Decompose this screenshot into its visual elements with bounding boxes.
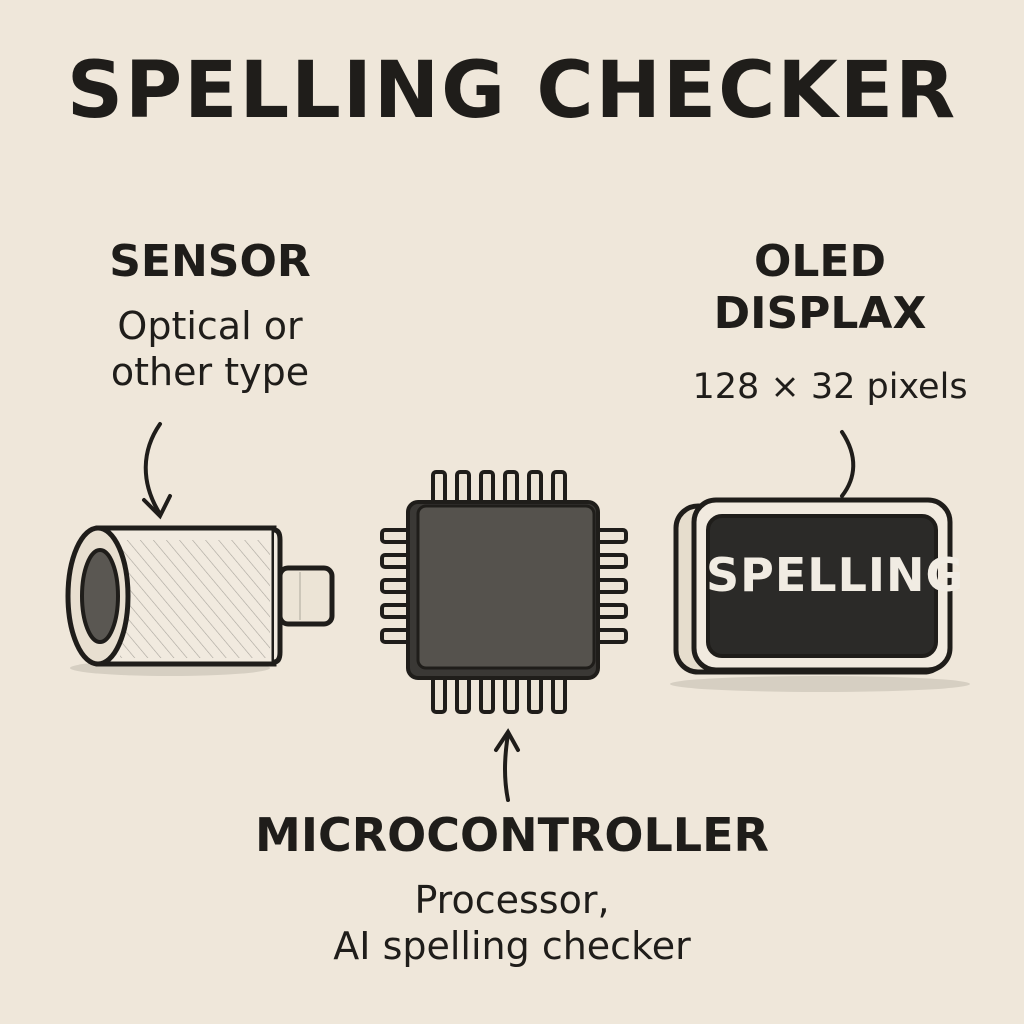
microcontroller-chip-icon bbox=[380, 470, 628, 714]
oled-arrow bbox=[840, 430, 856, 498]
sensor-icon bbox=[65, 525, 335, 676]
oled-screen-text: SPELLING bbox=[706, 548, 965, 602]
diagram-illustration bbox=[65, 422, 970, 802]
microcontroller-arrow bbox=[494, 728, 520, 802]
sensor-arrow bbox=[142, 422, 172, 520]
